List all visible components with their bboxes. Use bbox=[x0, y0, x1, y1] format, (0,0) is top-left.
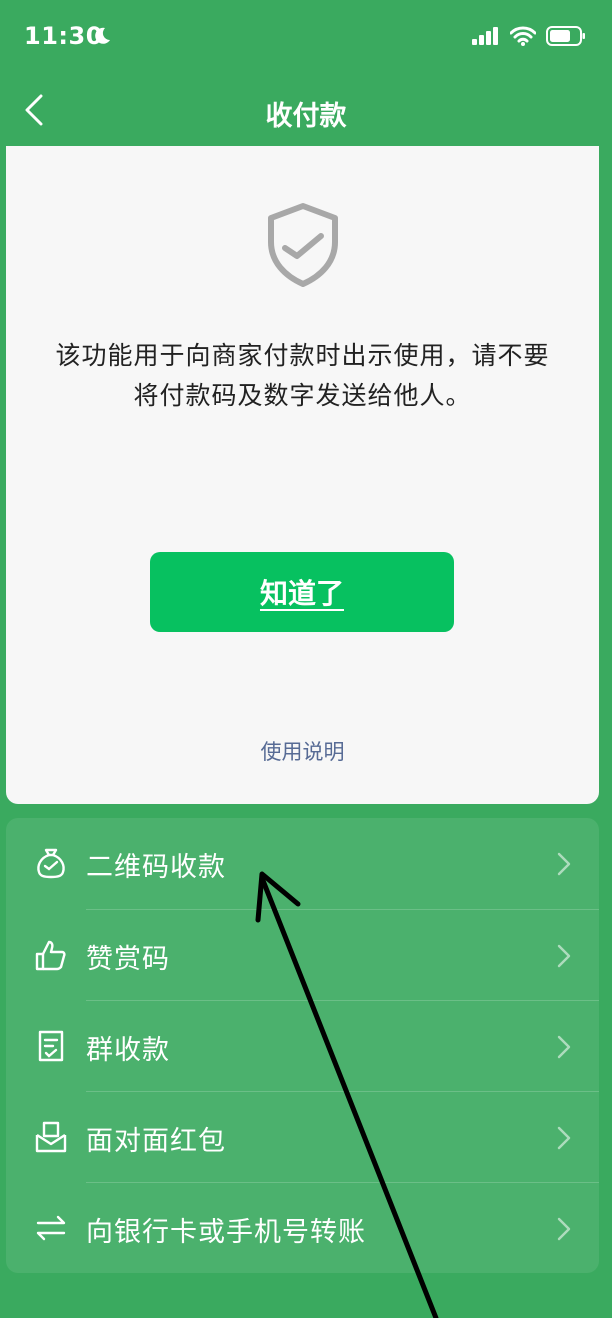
chevron-right-icon bbox=[557, 1217, 571, 1245]
moon-icon bbox=[92, 26, 112, 50]
menu-item-label: 群收款 bbox=[86, 1035, 170, 1066]
menu-item-face-to-face-red-packet[interactable]: 面对面红包 bbox=[6, 1092, 599, 1182]
payment-menu: 二维码收款 赞赏码 群收款 面对面红包 向银行卡或手机号转账 bbox=[6, 818, 599, 1273]
status-indicators bbox=[472, 26, 586, 50]
transfer-arrows-icon bbox=[34, 1211, 68, 1245]
menu-item-label: 向银行卡或手机号转账 bbox=[86, 1217, 366, 1248]
page-title: 收付款 bbox=[265, 101, 347, 132]
nav-bar: 收付款 bbox=[0, 76, 612, 144]
menu-item-group-collection[interactable]: 群收款 bbox=[6, 1001, 599, 1091]
status-bar: 11:30 bbox=[0, 0, 612, 76]
thumbs-up-icon bbox=[34, 938, 68, 972]
shield-check-icon bbox=[265, 202, 341, 292]
chevron-right-icon bbox=[557, 944, 571, 972]
money-bag-icon bbox=[34, 846, 68, 880]
menu-item-label: 面对面红包 bbox=[86, 1126, 226, 1157]
group-bill-icon bbox=[34, 1029, 68, 1063]
battery-icon bbox=[546, 26, 586, 50]
got-it-button[interactable]: 知道了 bbox=[150, 552, 454, 632]
red-packet-icon bbox=[34, 1120, 68, 1154]
menu-item-qr-receive[interactable]: 二维码收款 bbox=[6, 818, 599, 908]
chevron-right-icon bbox=[557, 1126, 571, 1154]
menu-item-appreciation-code[interactable]: 赞赏码 bbox=[6, 910, 599, 1000]
menu-item-label: 二维码收款 bbox=[86, 852, 226, 883]
notice-message: 该功能用于向商家付款时出示使用，请不要将付款码及数字发送给他人。 bbox=[55, 341, 550, 410]
signal-icon bbox=[472, 27, 500, 49]
chevron-right-icon bbox=[557, 852, 571, 880]
usage-instructions-link[interactable]: 使用说明 bbox=[6, 736, 599, 766]
chevron-right-icon bbox=[557, 1035, 571, 1063]
wifi-icon bbox=[509, 26, 537, 50]
security-notice-card: 该功能用于向商家付款时出示使用，请不要将付款码及数字发送给他人。 知道了 使用说… bbox=[6, 146, 599, 804]
menu-item-bank-transfer[interactable]: 向银行卡或手机号转账 bbox=[6, 1183, 599, 1273]
menu-item-label: 赞赏码 bbox=[86, 944, 170, 975]
